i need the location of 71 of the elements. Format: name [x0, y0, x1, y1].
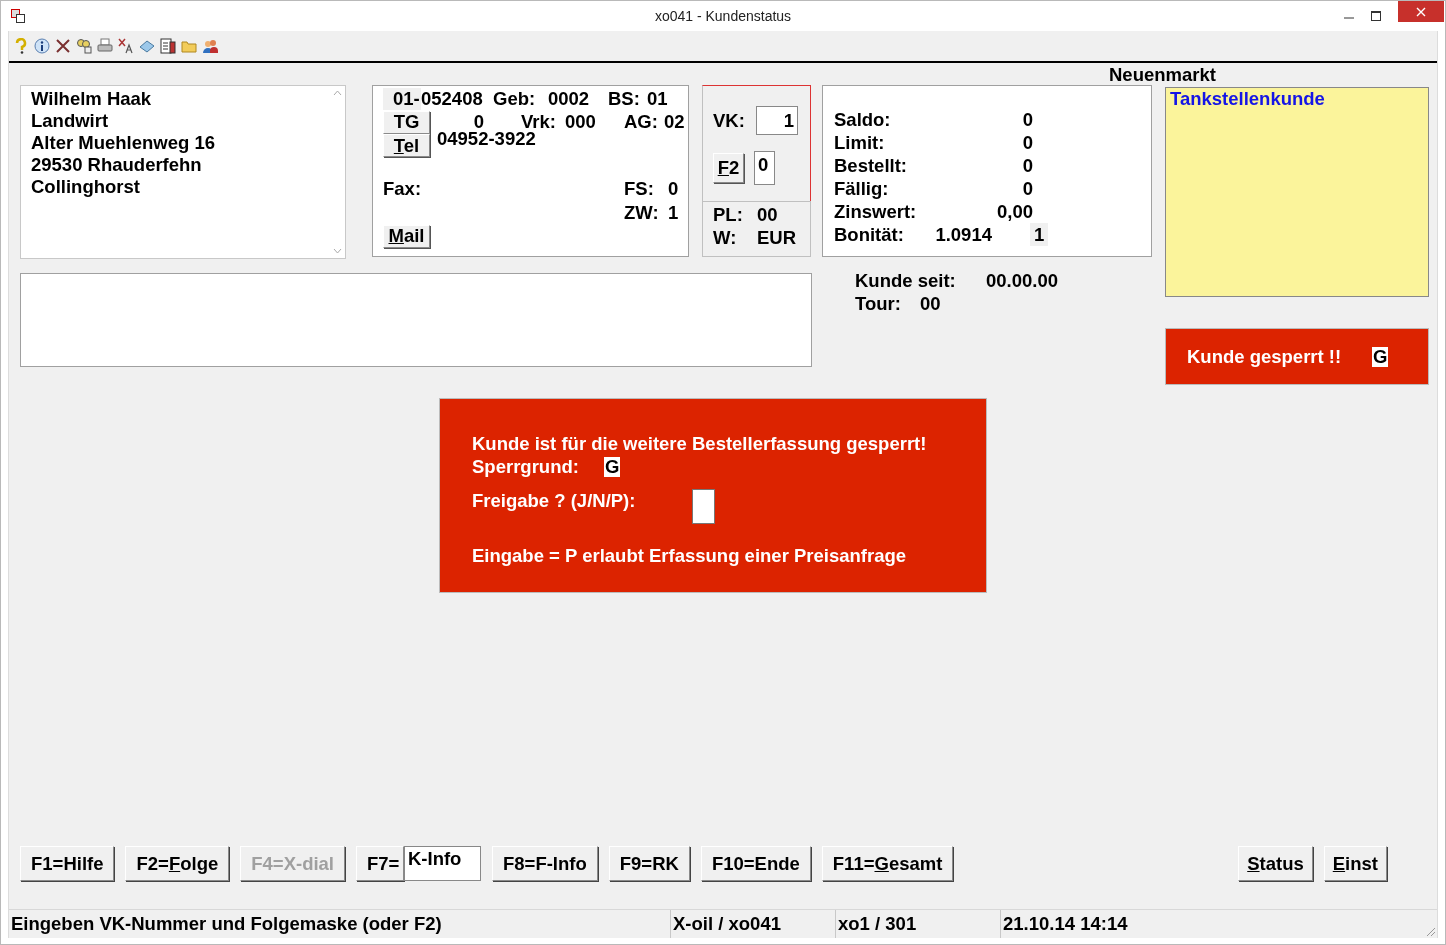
address-line: Alter Muehlenweg 16	[31, 132, 216, 154]
rating-value: 1.0914	[934, 223, 992, 246]
f2-input[interactable]: 0	[754, 151, 775, 185]
balance-value: 0	[1021, 177, 1033, 200]
pl-label: PL:	[713, 203, 744, 226]
status-text: Eingeben VK-Nummer und Folgemaske (oder F2)	[9, 910, 671, 938]
f2-button[interactable]: F2	[713, 153, 744, 183]
balance-value: 0,00	[996, 200, 1033, 223]
geb-label: Geb:	[493, 87, 537, 110]
branch-label: Neuenmarkt	[1109, 65, 1216, 85]
address-line: Landwirt	[31, 110, 110, 132]
fax-label: Fax:	[383, 178, 423, 201]
reason-code: G	[604, 456, 621, 477]
function-key-button[interactable]: F10=Ende	[700, 846, 811, 881]
function-key-button[interactable]: F9=RK	[608, 846, 690, 881]
function-key-button[interactable]: F8=F-Info	[492, 846, 598, 881]
note-text: Tankstellenkunde	[1170, 88, 1325, 109]
lock-message: Kunde ist für die weitere Bestellerfassung gesperrt!	[472, 432, 928, 455]
currency-label: W:	[713, 226, 738, 249]
account-prefix: 01-	[383, 87, 421, 110]
tour-label: Tour:	[855, 292, 902, 315]
balance-label: Saldo:	[834, 108, 892, 131]
side-button[interactable]: Einst	[1323, 846, 1387, 881]
geb-value: 0002	[548, 87, 591, 110]
ag-label: AG:	[624, 111, 659, 134]
balance-label: Zinswert:	[834, 200, 918, 223]
function-key-button[interactable]: F1=Hilfe	[20, 846, 115, 881]
vrk-value: 000	[565, 111, 597, 134]
function-key-button[interactable]: F2=Folge	[125, 846, 230, 881]
currency-value: EUR	[757, 226, 797, 249]
balance-value: 0	[1021, 131, 1033, 154]
account-number: 052408	[421, 87, 484, 110]
balance-label: Limit:	[834, 131, 886, 154]
balance-value: 0	[1021, 108, 1033, 131]
balance-label: Fällig:	[834, 177, 890, 200]
lock-text: Kunde gesperrt !!	[1187, 345, 1343, 368]
pl-value: 00	[757, 203, 778, 226]
status-text: xo1 / 301	[836, 910, 1001, 938]
tour-value: 00	[920, 292, 941, 315]
function-key-field[interactable]: K-Info	[404, 846, 481, 881]
address-line: Collinghorst	[31, 176, 141, 198]
release-label: Freigabe ? (J/N/P):	[472, 489, 637, 512]
mail-button[interactable]: Mail	[383, 224, 430, 248]
fs-value: 0	[668, 178, 679, 201]
tg-button[interactable]: TG	[383, 110, 430, 134]
window-title: xo041 - Kundenstatus	[654, 8, 792, 24]
vk-label: VK:	[713, 109, 746, 132]
rating-grade: 1	[1030, 223, 1049, 246]
side-button[interactable]: Status	[1238, 846, 1313, 881]
reason-label: Sperrgrund:	[472, 455, 580, 478]
fs-label: FS:	[624, 178, 655, 201]
vk-input[interactable]: 1	[756, 106, 798, 135]
hint-text: Eingabe = P erlaubt Erfassung einer Preisanfrage	[472, 544, 908, 567]
balance-value: 0	[1021, 154, 1033, 177]
lock-code: G	[1372, 346, 1389, 367]
address-line: Wilhelm Haak	[31, 88, 153, 110]
bs-value: 01	[647, 87, 668, 110]
zw-value: 1	[668, 201, 679, 224]
bs-label: BS:	[608, 87, 641, 110]
address-line: 29530 Rhauderfehn	[31, 154, 203, 176]
tel-button[interactable]: Tel	[383, 134, 430, 158]
balance-label: Bestellt:	[834, 154, 908, 177]
status-text: 21.10.14 14:14	[1002, 912, 1129, 936]
since-label: Kunde seit:	[855, 269, 957, 292]
function-key-button[interactable]: F11=Gesamt	[821, 846, 954, 881]
ag-value: 02	[664, 111, 685, 134]
function-key-button[interactable]: F7=	[356, 846, 404, 881]
zw-label: ZW:	[624, 201, 660, 224]
status-text: X-oil / xo041	[671, 910, 836, 938]
since-value: 00.00.00	[986, 269, 1058, 292]
rating-label: Bonität:	[834, 223, 905, 246]
